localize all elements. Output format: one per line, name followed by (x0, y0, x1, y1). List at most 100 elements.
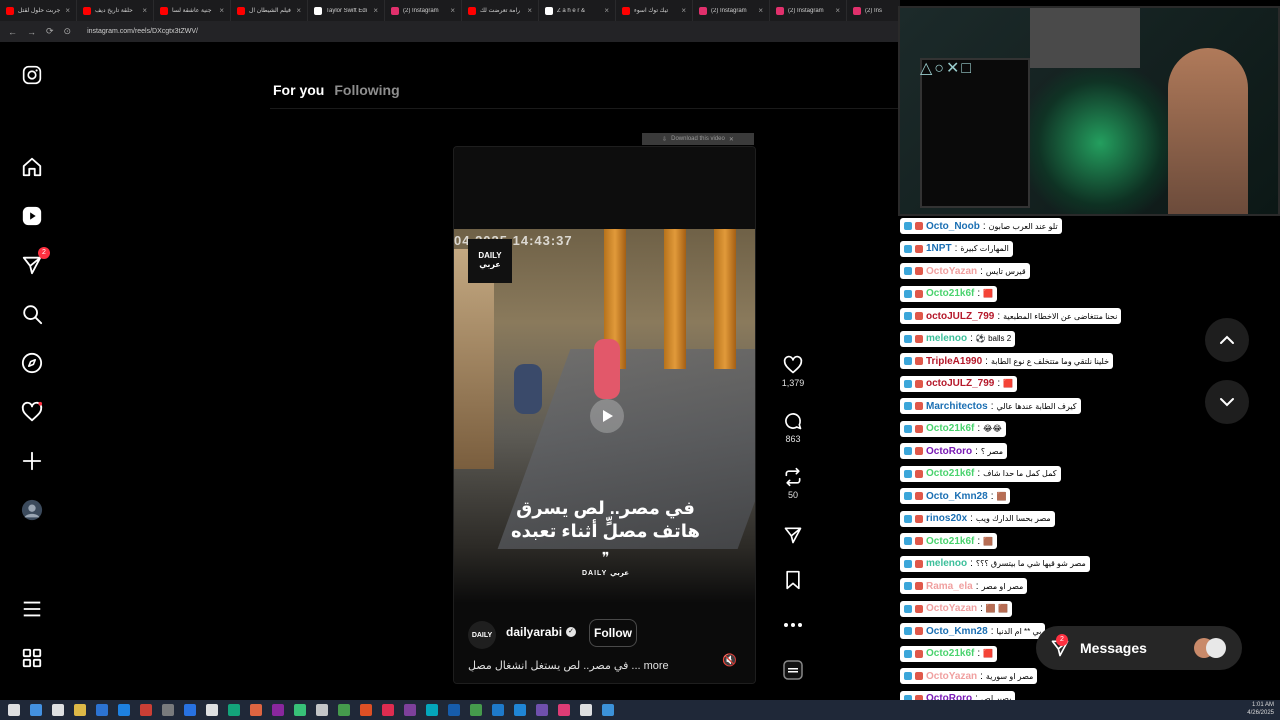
taskbar-app-icon[interactable] (558, 704, 570, 716)
tab-close-icon[interactable]: × (373, 6, 378, 15)
more-menu-icon[interactable] (20, 597, 44, 621)
taskbar-app-icon[interactable] (52, 704, 64, 716)
taskbar-app-icon[interactable] (8, 704, 20, 716)
share-icon[interactable] (782, 524, 804, 546)
taskbar-app-icon[interactable] (470, 704, 482, 716)
tab-close-icon[interactable]: × (604, 6, 609, 15)
taskbar-app-icon[interactable] (272, 704, 284, 716)
notifications-icon[interactable] (20, 400, 44, 424)
forward-icon[interactable]: → (27, 27, 36, 37)
back-icon[interactable]: ← (8, 27, 17, 37)
tab-close-icon[interactable]: × (681, 6, 686, 15)
repost-icon[interactable] (782, 466, 804, 488)
author-username[interactable]: dailyarabi (506, 625, 562, 639)
chat-message: Octo21k6f: 🟥 (900, 645, 998, 662)
taskbar-app-icon[interactable] (162, 704, 174, 716)
taskbar-app-icon[interactable] (74, 704, 86, 716)
browser-tab[interactable]: جربت حلول لقتل × (0, 0, 77, 21)
also-from-meta-icon[interactable] (20, 646, 44, 670)
url-text[interactable]: instagram.com/reels/DXcgtx3tZWV/ (87, 28, 198, 35)
search-icon[interactable] (20, 302, 44, 326)
next-reel-button[interactable] (1205, 380, 1249, 424)
tab-following[interactable]: Following (334, 82, 399, 98)
taskbar-app-icon[interactable] (294, 704, 306, 716)
bookmark-icon[interactable] (782, 569, 804, 591)
tab-close-icon[interactable]: × (142, 6, 147, 15)
browser-tab[interactable]: (2) Instagram × (770, 0, 847, 21)
taskbar-app-icon[interactable] (140, 704, 152, 716)
browser-tab[interactable]: Taylor Swift Edi × (308, 0, 385, 21)
taskbar-app-icon[interactable] (30, 704, 42, 716)
browser-tab[interactable]: Z a h e r & × (539, 0, 616, 21)
audio-thumbnail-icon[interactable] (782, 659, 804, 681)
messages-button[interactable]: 2 Messages (1036, 626, 1242, 670)
heart-icon[interactable] (782, 354, 804, 376)
more-options-action[interactable] (776, 614, 810, 636)
browser-tab[interactable]: تيك توك اسوء × (616, 0, 693, 21)
reload-icon[interactable]: ⟳ (46, 26, 54, 37)
tab-close-icon[interactable]: × (450, 6, 455, 15)
profile-avatar[interactable] (20, 498, 44, 522)
taskbar-app-icon[interactable] (448, 704, 460, 716)
explore-icon[interactable] (20, 351, 44, 375)
tab-close-icon[interactable]: × (835, 6, 840, 15)
taskbar-app-icon[interactable] (338, 704, 350, 716)
follow-button[interactable]: Follow (589, 619, 637, 647)
browser-tab[interactable]: فيلم الشيطان ال × (231, 0, 308, 21)
author-name-row[interactable]: dailyarabi ✓ (506, 625, 577, 639)
save-action[interactable] (776, 569, 810, 591)
taskbar-app-icon[interactable] (602, 704, 614, 716)
tab-for-you[interactable]: For you (273, 82, 324, 98)
browser-tab[interactable]: جنية عاشقة لسا × (154, 0, 231, 21)
direct-messages-icon[interactable]: 2 (20, 247, 50, 277)
like-action[interactable]: 1,379 (776, 354, 810, 388)
taskbar-app-icon[interactable] (492, 704, 504, 716)
taskbar-app-icon[interactable] (118, 704, 130, 716)
tab-close-icon[interactable]: × (219, 6, 224, 15)
taskbar-app-icon[interactable] (228, 704, 240, 716)
post-caption[interactable]: في مصر.. لص يستغل انشغال مصلٍ ... more (468, 659, 688, 672)
download-video-bar[interactable]: ⇩ Download this video ✕ (642, 133, 754, 145)
taskbar-app-icon[interactable] (316, 704, 328, 716)
reels-icon[interactable] (20, 204, 44, 228)
browser-tab[interactable]: (2) Instagram × (693, 0, 770, 21)
reel-video[interactable]: 04 2025 14:43:37 DAILY عربي في مصر.. لص … (454, 229, 755, 603)
taskbar-app-icon[interactable] (360, 704, 372, 716)
tab-close-icon[interactable]: × (527, 6, 532, 15)
repost-action[interactable]: 50 (776, 466, 810, 500)
taskbar-app-icon[interactable] (96, 704, 108, 716)
mute-icon[interactable]: 🔇 (722, 653, 737, 667)
share-action[interactable] (776, 524, 810, 546)
browser-tab[interactable]: (2) Instagram × (385, 0, 462, 21)
taskbar-app-icon[interactable] (184, 704, 196, 716)
browser-tab[interactable]: رامة تعرضت لك × (462, 0, 539, 21)
site-info-icon[interactable]: ⊙ (64, 26, 72, 37)
taskbar-app-icon[interactable] (404, 704, 416, 716)
system-clock[interactable]: 1:01 AM 4/26/2025 (1247, 701, 1274, 718)
create-icon[interactable] (20, 449, 44, 473)
browser-tab[interactable]: حلقة تاريخ ديف × (77, 0, 154, 21)
instagram-logo-icon[interactable] (20, 63, 44, 87)
home-icon[interactable] (20, 155, 44, 179)
tab-close-icon[interactable]: × (65, 6, 70, 15)
tab-close-icon[interactable]: × (758, 6, 763, 15)
taskbar-app-icon[interactable] (536, 704, 548, 716)
play-icon[interactable] (590, 399, 624, 433)
taskbar-app-icon[interactable] (580, 704, 592, 716)
author-avatar[interactable]: DAILY (468, 621, 496, 649)
chat-badge-icon (915, 267, 923, 275)
previous-reel-button[interactable] (1205, 318, 1249, 362)
taskbar-app-icon[interactable] (514, 704, 526, 716)
taskbar-app-icon[interactable] (426, 704, 438, 716)
more-options-icon[interactable] (782, 614, 804, 636)
comment-icon[interactable] (782, 410, 804, 432)
taskbar-app-icon[interactable] (250, 704, 262, 716)
chat-message: Octo_Kmn28: بي ** ام الدنيا (900, 623, 1046, 639)
comment-action[interactable]: 863 (776, 410, 810, 444)
tab-close-icon[interactable]: × (296, 6, 301, 15)
taskbar-app-icon[interactable] (206, 704, 218, 716)
taskbar-app-icon[interactable] (382, 704, 394, 716)
audio-action[interactable] (776, 659, 810, 681)
browser-tab[interactable]: (2) Ins× (847, 0, 900, 21)
close-icon[interactable]: ✕ (729, 136, 734, 143)
